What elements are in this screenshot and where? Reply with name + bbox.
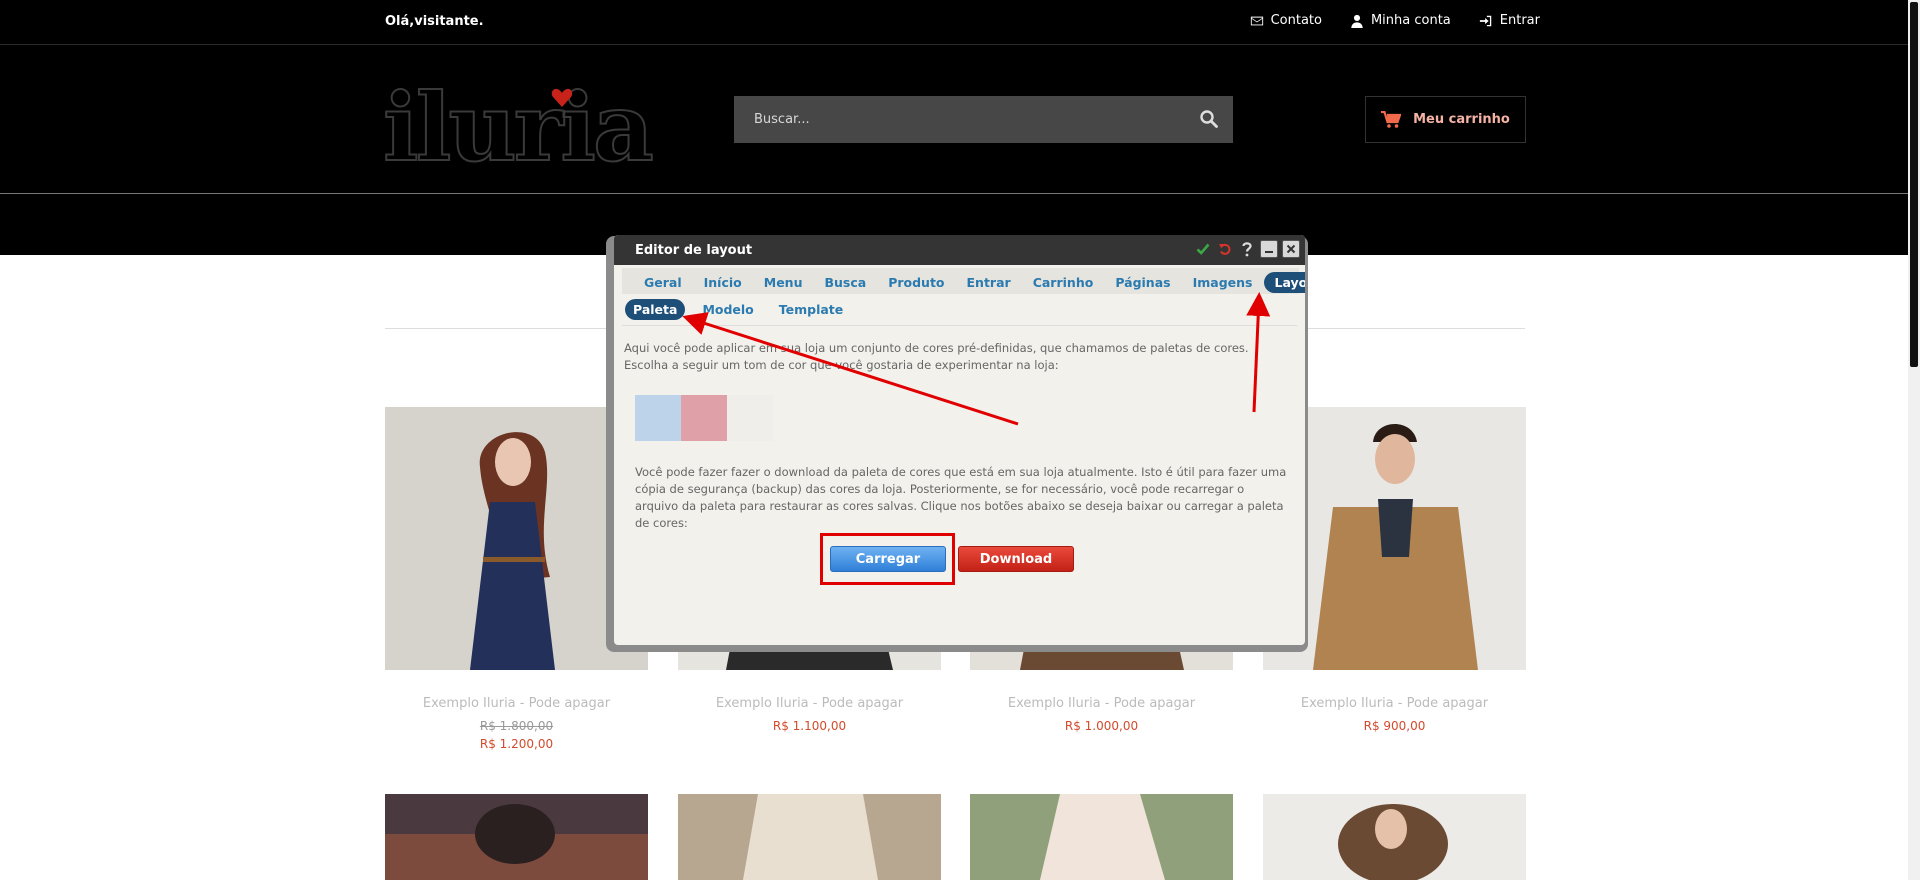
- tab-geral[interactable]: Geral: [634, 272, 692, 293]
- dialog-title: Editor de layout: [635, 243, 753, 258]
- tab-layout[interactable]: Layout: [1264, 272, 1305, 293]
- editor-tabs: Geral Início Menu Busca Produto Entrar C…: [622, 268, 1305, 294]
- product-old-price: R$ 1.800,00: [479, 719, 554, 733]
- envelope-icon: [1250, 16, 1263, 25]
- tab-produto[interactable]: Produto: [878, 272, 954, 293]
- product-name[interactable]: Exemplo Iluria - Pode apagar: [970, 696, 1233, 711]
- close-icon: [1286, 244, 1296, 254]
- palette-swatch-cream[interactable]: [727, 395, 773, 441]
- top-links: Contato Minha conta Entrar: [1250, 13, 1540, 28]
- tab-menu[interactable]: Menu: [754, 272, 813, 293]
- product-photo-row2-4: [1263, 794, 1526, 880]
- undo-icon: [1219, 243, 1231, 255]
- tab-inicio[interactable]: Início: [694, 272, 752, 293]
- tab-imagens[interactable]: Imagens: [1183, 272, 1263, 293]
- scrollbar-thumb[interactable]: [1910, 2, 1918, 367]
- product-image[interactable]: [678, 794, 941, 880]
- product-price: R$ 1.100,00: [772, 719, 847, 733]
- product-image[interactable]: [385, 794, 648, 880]
- annotation-highlight-box: [820, 533, 955, 585]
- greeting-text: Olá,visitante.: [385, 14, 484, 29]
- search-bar: [734, 96, 1233, 143]
- user-icon: [1351, 14, 1363, 28]
- product-price: R$ 1.000,00: [1064, 719, 1139, 733]
- logo-text: iluria: [382, 73, 655, 183]
- minimize-button[interactable]: [1260, 240, 1278, 258]
- store-logo[interactable]: iluria: [382, 73, 655, 183]
- cart-label: Meu carrinho: [1413, 112, 1510, 127]
- cart-button[interactable]: Meu carrinho: [1365, 96, 1526, 143]
- my-account-link[interactable]: Minha conta: [1350, 13, 1451, 28]
- masthead: iluria Meu carrinho: [0, 45, 1920, 255]
- product-photo-row2-3: [970, 794, 1233, 880]
- cart-icon: [1381, 110, 1402, 128]
- palette-swatch-pink[interactable]: [681, 395, 727, 441]
- contact-link[interactable]: Contato: [1250, 13, 1322, 28]
- tab-entrar[interactable]: Entrar: [957, 272, 1021, 293]
- tab-paginas[interactable]: Páginas: [1105, 272, 1180, 293]
- product-photo-row2-1: [385, 794, 648, 880]
- masthead-divider: [0, 193, 1908, 194]
- subtab-paleta[interactable]: Paleta: [625, 299, 686, 320]
- product-price: R$ 900,00: [1363, 719, 1426, 733]
- undo-button[interactable]: [1216, 240, 1234, 258]
- product-price: R$ 1.200,00: [479, 737, 554, 751]
- contact-label: Contato: [1270, 13, 1322, 28]
- product-name[interactable]: Exemplo Iluria - Pode apagar: [385, 696, 648, 711]
- help-button[interactable]: [1238, 240, 1256, 258]
- product-name[interactable]: Exemplo Iluria - Pode apagar: [1263, 696, 1526, 711]
- minimize-icon: [1265, 251, 1273, 253]
- sign-in-icon: [1479, 15, 1492, 26]
- tab-carrinho[interactable]: Carrinho: [1023, 272, 1104, 293]
- palette-intro-text: Aqui você pode aplicar em sua loja um co…: [624, 341, 1249, 372]
- login-label: Entrar: [1499, 13, 1540, 28]
- product-image[interactable]: [970, 794, 1233, 880]
- top-bar: Olá,visitante. Contato Minha conta Entra…: [0, 0, 1920, 45]
- close-button[interactable]: [1282, 240, 1300, 258]
- login-link[interactable]: Entrar: [1479, 13, 1540, 28]
- product-name[interactable]: Exemplo Iluria - Pode apagar: [678, 696, 941, 711]
- subtab-template[interactable]: Template: [771, 299, 852, 320]
- subtab-modelo[interactable]: Modelo: [694, 299, 761, 320]
- dialog-title-bar[interactable]: Editor de layout: [614, 235, 1305, 265]
- product-photo-row2-2: [678, 794, 941, 880]
- download-palette-button[interactable]: Download: [958, 546, 1074, 572]
- help-icon: [1242, 242, 1252, 257]
- editor-subtabs: Paleta Modelo Template: [625, 299, 860, 320]
- search-input[interactable]: [734, 96, 1174, 143]
- product-image[interactable]: [1263, 794, 1526, 880]
- tab-busca[interactable]: Busca: [814, 272, 876, 293]
- layout-editor-dialog: Editor de layout Geral Início Menu Busca…: [614, 235, 1305, 645]
- my-account-label: Minha conta: [1370, 13, 1451, 28]
- palette-download-text: Você pode fazer fazer o download da pale…: [635, 465, 1287, 530]
- heart-icon: [551, 88, 573, 107]
- check-icon: [1196, 243, 1210, 255]
- confirm-button[interactable]: [1194, 240, 1212, 258]
- subtab-divider: [622, 325, 1297, 326]
- palette-swatch-blue[interactable]: [635, 395, 681, 441]
- search-icon[interactable]: [1199, 109, 1219, 129]
- page-scrollbar[interactable]: [1908, 0, 1920, 880]
- dialog-controls: [1194, 240, 1300, 258]
